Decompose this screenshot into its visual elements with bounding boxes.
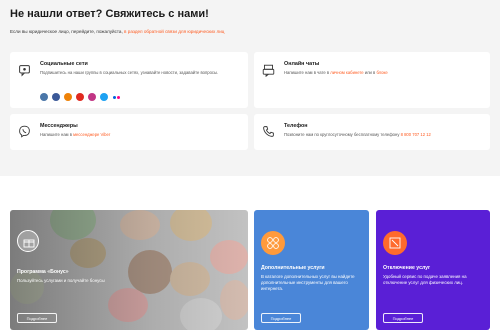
bonus-promo-card[interactable]: Программа «Бонус» Пользуйтесь услугами и… xyxy=(10,210,248,330)
legal-entity-hint-text: Если вы юридическое лицо, перейдите, пож… xyxy=(10,29,125,34)
social-networks-card: Социальные сети Подпишитесь на наши груп… xyxy=(10,52,248,108)
viber-icon xyxy=(19,125,30,138)
disable-services-card[interactable]: Отключение услуг Удобный сервис по подач… xyxy=(376,210,490,330)
legal-feedback-link[interactable]: в раздел обратной связи для юридических … xyxy=(124,29,224,34)
disable-services-more-button[interactable]: Подробнее xyxy=(383,313,423,323)
bonus-more-button[interactable]: Подробнее xyxy=(17,313,57,323)
online-chats-card: Онлайн чаты Напишите нам в чате в личном… xyxy=(254,52,490,108)
blog-link[interactable]: блоке xyxy=(376,70,387,75)
disable-icon xyxy=(383,231,407,255)
extra-services-title: Дополнительные услуги xyxy=(261,265,325,271)
phone-number-link[interactable]: 8 800 707 12 12 xyxy=(401,132,431,137)
extra-services-card[interactable]: Дополнительные услуги В каталоге дополни… xyxy=(254,210,369,330)
gift-icon xyxy=(17,230,39,252)
disable-services-text: Удобный сервис по подаче заявления на от… xyxy=(383,274,467,286)
social-links xyxy=(40,93,120,101)
phone-card: Телефон Позвоните нам по круглосуточному… xyxy=(254,114,490,150)
phone-title: Телефон xyxy=(284,123,308,129)
messengers-title: Мессенджеры xyxy=(40,123,78,129)
page-title: Не нашли ответ? Свяжитесь с нами! xyxy=(10,8,209,20)
twitter-icon[interactable] xyxy=(100,93,108,101)
social-text: Подпишитесь на наши группы в социальных … xyxy=(40,70,219,75)
services-icon xyxy=(261,231,285,255)
flickr-icon[interactable] xyxy=(112,93,120,101)
messengers-text: Напишите нам в мессенджере Viber xyxy=(40,132,110,138)
bonus-title: Программа «Бонус» xyxy=(17,269,69,275)
phone-text-prefix: Позвоните нам по круглосуточному бесплат… xyxy=(284,132,401,137)
phone-text: Позвоните нам по круглосуточному бесплат… xyxy=(284,132,431,138)
bonus-text: Пользуйтесь услугами и получайте бонусы xyxy=(17,278,105,283)
personal-account-link[interactable]: личном кабинете xyxy=(330,70,363,75)
messengers-text-prefix: Напишите нам в xyxy=(40,132,74,137)
social-title: Социальные сети xyxy=(40,61,88,67)
viber-link[interactable]: мессенджере Viber xyxy=(73,132,110,137)
extra-services-text: В каталоге дополнительных услуг вы найде… xyxy=(261,274,355,292)
chat-title: Онлайн чаты xyxy=(284,61,320,67)
vk-icon[interactable] xyxy=(40,93,48,101)
legal-entity-hint: Если вы юридическое лицо, перейдите, пож… xyxy=(10,29,224,34)
facebook-icon[interactable] xyxy=(52,93,60,101)
phone-icon xyxy=(263,126,274,137)
chat-text-prefix: Напишите нам в чате в xyxy=(284,70,331,75)
disable-services-title: Отключение услуг xyxy=(383,265,431,271)
extra-services-more-button[interactable]: Подробнее xyxy=(261,313,301,323)
chat-text: Напишите нам в чате в личном кабинете ил… xyxy=(284,70,484,76)
chat-icon xyxy=(262,64,275,77)
social-icon xyxy=(19,65,30,77)
youtube-icon[interactable] xyxy=(76,93,84,101)
odnoklassniki-icon[interactable] xyxy=(64,93,72,101)
messengers-card: Мессенджеры Напишите нам в мессенджере V… xyxy=(10,114,248,150)
instagram-icon[interactable] xyxy=(88,93,96,101)
chat-text-middle: или в xyxy=(363,70,377,75)
